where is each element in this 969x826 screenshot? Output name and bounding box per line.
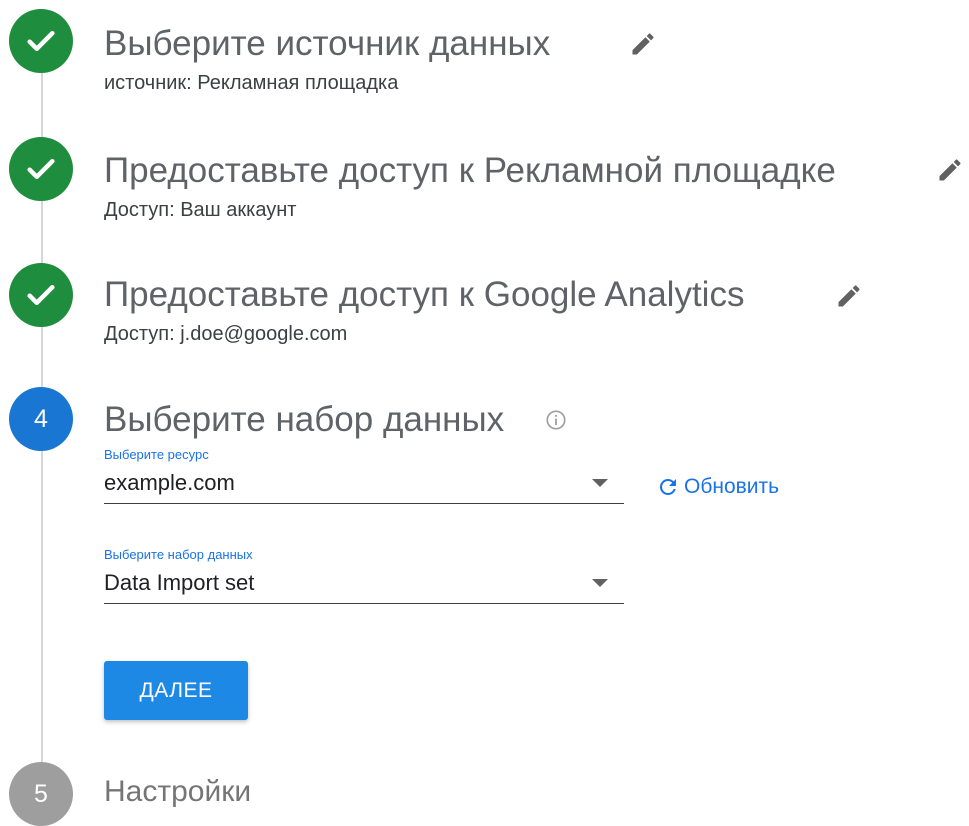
resource-select[interactable]: Выберите ресурс example.com	[104, 447, 624, 504]
resource-select-control[interactable]: example.com	[104, 463, 624, 504]
step-1-title: Выберите источник данных	[104, 24, 551, 63]
check-icon	[27, 158, 55, 180]
step-2-title: Предоставьте доступ к Рекламной площадке	[104, 151, 836, 190]
refresh-icon	[659, 478, 676, 495]
refresh-label: Обновить	[684, 475, 780, 498]
dataset-select-label: Выберите набор данных	[104, 547, 253, 562]
step-5-title[interactable]: Настройки	[104, 772, 251, 812]
step-3-title: Предоставьте доступ к Google Analytics	[104, 275, 745, 314]
pencil-icon[interactable]	[629, 30, 657, 58]
step-1-complete-badge	[9, 9, 73, 73]
dataset-select[interactable]: Выберите набор данных Data Import set	[104, 547, 624, 604]
resource-select-label: Выберите ресурс	[104, 447, 209, 462]
step-4-title: Выберите набор данных	[104, 400, 505, 439]
dataset-select-value: Data Import set	[104, 570, 255, 595]
step-2-complete-badge	[9, 137, 73, 201]
next-button[interactable]: ДАЛЕЕ	[104, 661, 248, 720]
step-2-subtitle: Доступ: Ваш аккаунт	[104, 199, 297, 221]
check-icon	[27, 284, 55, 306]
step-1-subtitle: источник: Рекламная площадка	[104, 72, 399, 94]
pencil-icon[interactable]	[936, 156, 964, 184]
step-3-complete-badge	[9, 263, 73, 327]
resource-select-value: example.com	[104, 470, 235, 495]
info-icon[interactable]	[545, 409, 567, 431]
step-3-subtitle: Доступ: j.doe@google.com	[104, 323, 348, 345]
pencil-icon[interactable]	[835, 282, 863, 310]
step-4-number-badge: 4	[9, 387, 73, 451]
refresh-button[interactable]: Обновить	[656, 475, 779, 499]
dataset-select-control[interactable]: Data Import set	[104, 563, 624, 604]
caret-down-icon[interactable]	[592, 479, 608, 487]
caret-down-icon[interactable]	[592, 579, 608, 587]
check-icon	[27, 30, 55, 52]
step-5-number-badge: 5	[9, 762, 73, 826]
